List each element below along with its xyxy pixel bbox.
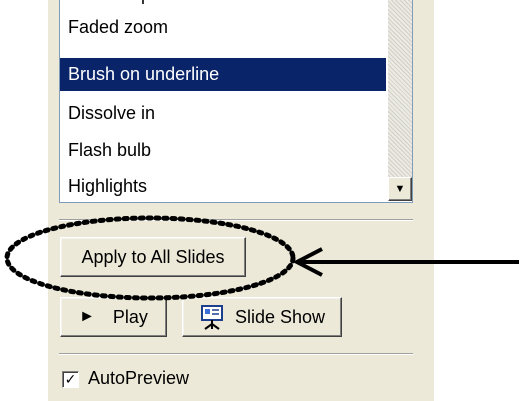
list-item[interactable]: Faded zoom [60, 11, 386, 44]
separator [59, 219, 413, 221]
apply-button-label: Apply to All Slides [81, 246, 225, 267]
list-item[interactable]: Faded wipe [60, 0, 386, 11]
list-item[interactable]: Flash bulb [60, 134, 386, 167]
autopreview-checkbox[interactable]: ✓ [62, 371, 79, 388]
separator [59, 353, 413, 355]
list-item-selected[interactable]: Brush on underline [60, 58, 386, 91]
checkmark-icon: ✓ [64, 371, 77, 387]
effects-listbox[interactable]: Faded wipe Faded zoom Brush on underline… [59, 0, 413, 203]
slide-show-button[interactable]: Slide Show [182, 297, 342, 337]
list-item[interactable]: Dissolve in [60, 97, 386, 130]
projector-screen-icon [200, 305, 223, 330]
vertical-scrollbar[interactable]: ▼ [388, 0, 412, 201]
play-triangle-icon: ► [79, 308, 95, 325]
apply-to-all-slides-button[interactable]: Apply to All Slides [60, 237, 246, 277]
slide-show-button-label: Slide Show [234, 306, 326, 327]
scroll-down-button[interactable]: ▼ [388, 177, 412, 201]
chevron-down-icon: ▼ [394, 183, 406, 195]
play-button[interactable]: ► Play [60, 297, 167, 337]
list-item[interactable]: Highlights [60, 170, 386, 202]
play-button-label: Play [112, 306, 148, 327]
autopreview-label[interactable]: AutoPreview [88, 368, 189, 389]
